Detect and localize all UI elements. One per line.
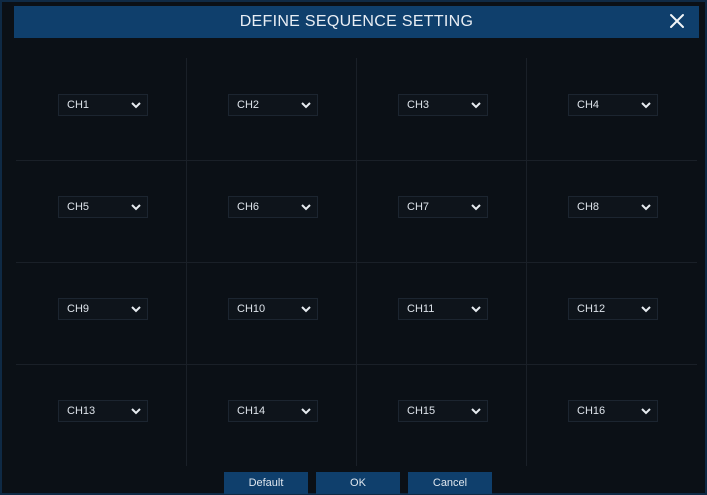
chevron-down-icon [301, 102, 311, 109]
chevron-down-icon [131, 204, 141, 211]
channel-select-value: CH7 [407, 201, 430, 213]
dialog-button-bar: Default OK Cancel [224, 472, 492, 494]
channel-cell: CH9 [16, 262, 186, 364]
chevron-down-icon [641, 408, 651, 415]
channel-select-value: CH12 [577, 303, 606, 315]
channel-cell: CH14 [186, 364, 356, 466]
channel-cell: CH8 [526, 160, 696, 262]
chevron-down-icon [471, 306, 481, 313]
sequence-setting-dialog: DEFINE SEQUENCE SETTING CH1 CH2 CH3 CH4 … [0, 0, 707, 495]
channel-select[interactable]: CH3 [398, 94, 488, 116]
chevron-down-icon [301, 408, 311, 415]
chevron-down-icon [301, 204, 311, 211]
default-button[interactable]: Default [224, 472, 308, 494]
channel-select-value: CH10 [237, 303, 266, 315]
channel-select-value: CH5 [67, 201, 90, 213]
channel-select[interactable]: CH6 [228, 196, 318, 218]
channel-select[interactable]: CH14 [228, 400, 318, 422]
channel-select[interactable]: CH1 [58, 94, 148, 116]
channel-select-value: CH3 [407, 99, 430, 111]
channel-cell: CH4 [526, 58, 696, 160]
chevron-down-icon [471, 204, 481, 211]
channel-select[interactable]: CH7 [398, 196, 488, 218]
channel-grid: CH1 CH2 CH3 CH4 CH5 CH6 CH7 CH8 CH9 CH10… [16, 58, 697, 466]
chevron-down-icon [641, 204, 651, 211]
channel-cell: CH6 [186, 160, 356, 262]
chevron-down-icon [641, 306, 651, 313]
channel-cell: CH2 [186, 58, 356, 160]
cancel-button[interactable]: Cancel [408, 472, 492, 494]
ok-button[interactable]: OK [316, 472, 400, 494]
channel-cell: CH15 [356, 364, 526, 466]
channel-select[interactable]: CH9 [58, 298, 148, 320]
chevron-down-icon [471, 102, 481, 109]
channel-cell: CH1 [16, 58, 186, 160]
channel-cell: CH7 [356, 160, 526, 262]
channel-cell: CH12 [526, 262, 696, 364]
channel-select[interactable]: CH4 [568, 94, 658, 116]
channel-select[interactable]: CH16 [568, 400, 658, 422]
channel-select[interactable]: CH13 [58, 400, 148, 422]
channel-cell: CH10 [186, 262, 356, 364]
channel-select-value: CH14 [237, 405, 266, 417]
channel-select[interactable]: CH12 [568, 298, 658, 320]
channel-select[interactable]: CH8 [568, 196, 658, 218]
channel-select[interactable]: CH11 [398, 298, 488, 320]
channel-select-value: CH4 [577, 99, 600, 111]
close-button[interactable] [665, 9, 689, 33]
channel-select[interactable]: CH10 [228, 298, 318, 320]
channel-cell: CH5 [16, 160, 186, 262]
chevron-down-icon [131, 102, 141, 109]
channel-select-value: CH6 [237, 201, 260, 213]
channel-select-value: CH1 [67, 99, 90, 111]
channel-select-value: CH16 [577, 405, 606, 417]
channel-select-value: CH11 [407, 303, 435, 315]
channel-select[interactable]: CH15 [398, 400, 488, 422]
channel-select[interactable]: CH2 [228, 94, 318, 116]
chevron-down-icon [131, 306, 141, 313]
channel-select-value: CH15 [407, 405, 436, 417]
chevron-down-icon [131, 408, 141, 415]
close-icon [670, 14, 684, 28]
channel-select-value: CH13 [67, 405, 96, 417]
channel-cell: CH16 [526, 364, 696, 466]
channel-cell: CH11 [356, 262, 526, 364]
chevron-down-icon [641, 102, 651, 109]
channel-cell: CH13 [16, 364, 186, 466]
channel-select-value: CH9 [67, 303, 90, 315]
chevron-down-icon [301, 306, 311, 313]
chevron-down-icon [471, 408, 481, 415]
channel-cell: CH3 [356, 58, 526, 160]
channel-select-value: CH2 [237, 99, 260, 111]
channel-select-value: CH8 [577, 201, 600, 213]
dialog-title: DEFINE SEQUENCE SETTING [239, 13, 474, 30]
title-bar: DEFINE SEQUENCE SETTING [14, 6, 699, 38]
channel-select[interactable]: CH5 [58, 196, 148, 218]
